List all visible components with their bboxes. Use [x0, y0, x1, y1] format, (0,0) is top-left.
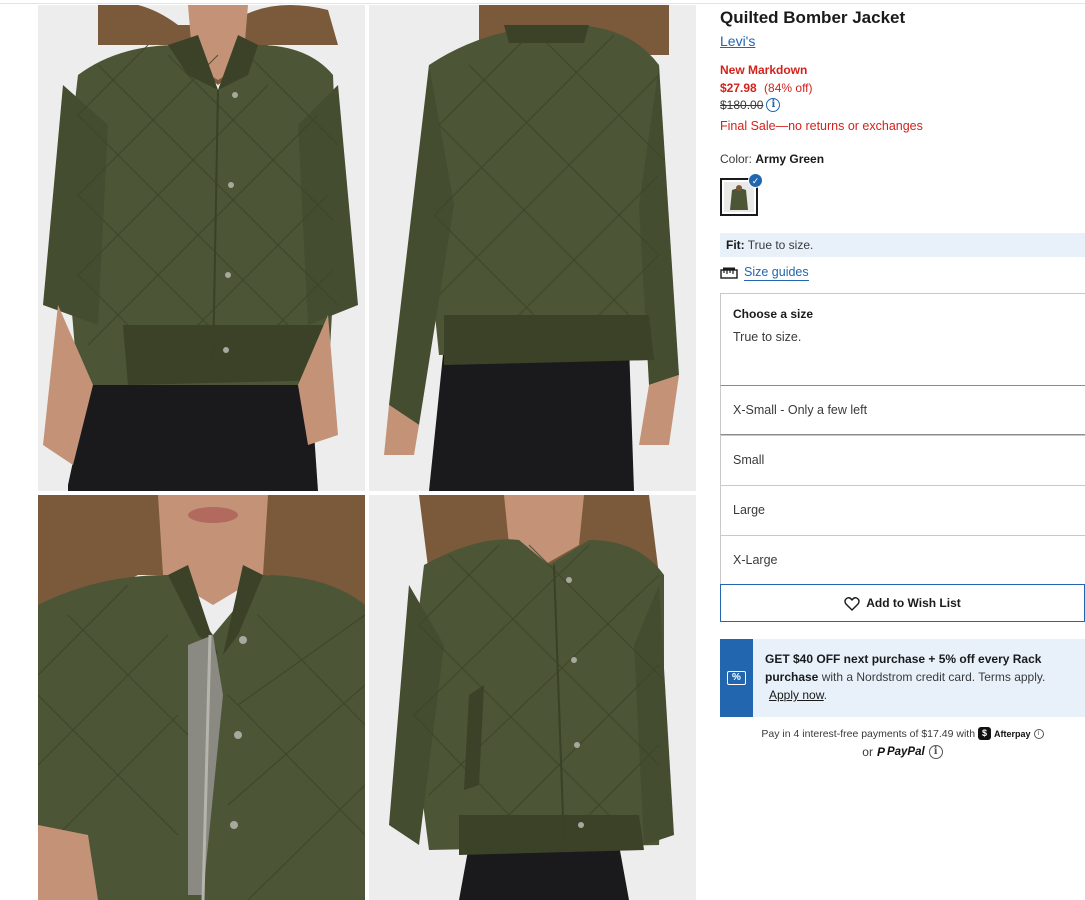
- product-image-three-quarter[interactable]: [369, 495, 696, 900]
- size-selector: Choose a size True to size. X-Small - On…: [720, 293, 1085, 585]
- apply-now-link[interactable]: Apply now: [769, 688, 824, 702]
- afterpay-name: Afterpay: [994, 728, 1031, 739]
- size-guides-link[interactable]: Size guides: [720, 265, 809, 281]
- paypal-icon: P: [876, 745, 885, 759]
- product-image-back[interactable]: [369, 5, 696, 491]
- heart-icon: [844, 596, 860, 611]
- product-image-detail[interactable]: [38, 495, 365, 900]
- size-selector-heading: Choose a size: [733, 307, 814, 321]
- afterpay-info-icon[interactable]: i: [1033, 728, 1044, 739]
- markdown-label: New Markdown: [720, 63, 808, 77]
- color-label: Color: Army Green: [720, 152, 825, 166]
- final-sale-notice: Final Sale—no returns or exchanges: [720, 119, 923, 133]
- checkmark-icon: ✓: [748, 173, 763, 188]
- info-icon[interactable]: i: [766, 98, 781, 112]
- product-details-panel: Quilted Bomber Jacket Levi's New Markdow…: [720, 0, 1085, 900]
- paypal-logo: P PayPal: [876, 745, 925, 759]
- afterpay-installments: Pay in 4 interest-free payments of $17.4…: [720, 727, 1085, 740]
- current-price: $27.98 (84% off): [720, 81, 813, 95]
- color-swatch-army-green[interactable]: ✓: [720, 173, 763, 216]
- original-price: $180.00 i: [720, 98, 781, 112]
- fit-info: Fit: True to size.: [720, 233, 1085, 257]
- percent-icon: %: [727, 671, 746, 685]
- size-selector-subheading: True to size.: [733, 330, 802, 344]
- size-selector-header: Choose a size True to size.: [720, 293, 1085, 385]
- brand-link[interactable]: Levi's: [720, 33, 755, 49]
- fit-value: True to size.: [747, 238, 814, 252]
- price-now: $27.98: [720, 81, 757, 95]
- color-value: Army Green: [755, 152, 825, 166]
- price-was: $180.00: [720, 98, 764, 112]
- size-option-xlarge[interactable]: X-Large: [720, 535, 1085, 585]
- credit-card-promo: % GET $40 OFF next purchase + 5% off eve…: [720, 639, 1085, 717]
- product-image-gallery: [38, 5, 696, 900]
- size-option-xsmall[interactable]: X-Small - Only a few left: [720, 385, 1085, 435]
- discount-percent: (84% off): [764, 81, 813, 95]
- paypal-info-icon[interactable]: i: [928, 745, 943, 759]
- add-to-wish-list-button[interactable]: Add to Wish List: [720, 584, 1085, 622]
- size-option-small[interactable]: Small: [720, 435, 1085, 485]
- size-option-large[interactable]: Large: [720, 485, 1085, 535]
- ruler-icon: [720, 267, 738, 279]
- product-image-front[interactable]: [38, 5, 365, 491]
- paypal-option: or P PayPal i: [720, 745, 1085, 759]
- product-title: Quilted Bomber Jacket: [720, 8, 906, 27]
- promo-text: GET $40 OFF next purchase + 5% off every…: [765, 652, 1046, 702]
- afterpay-icon: $: [978, 727, 992, 740]
